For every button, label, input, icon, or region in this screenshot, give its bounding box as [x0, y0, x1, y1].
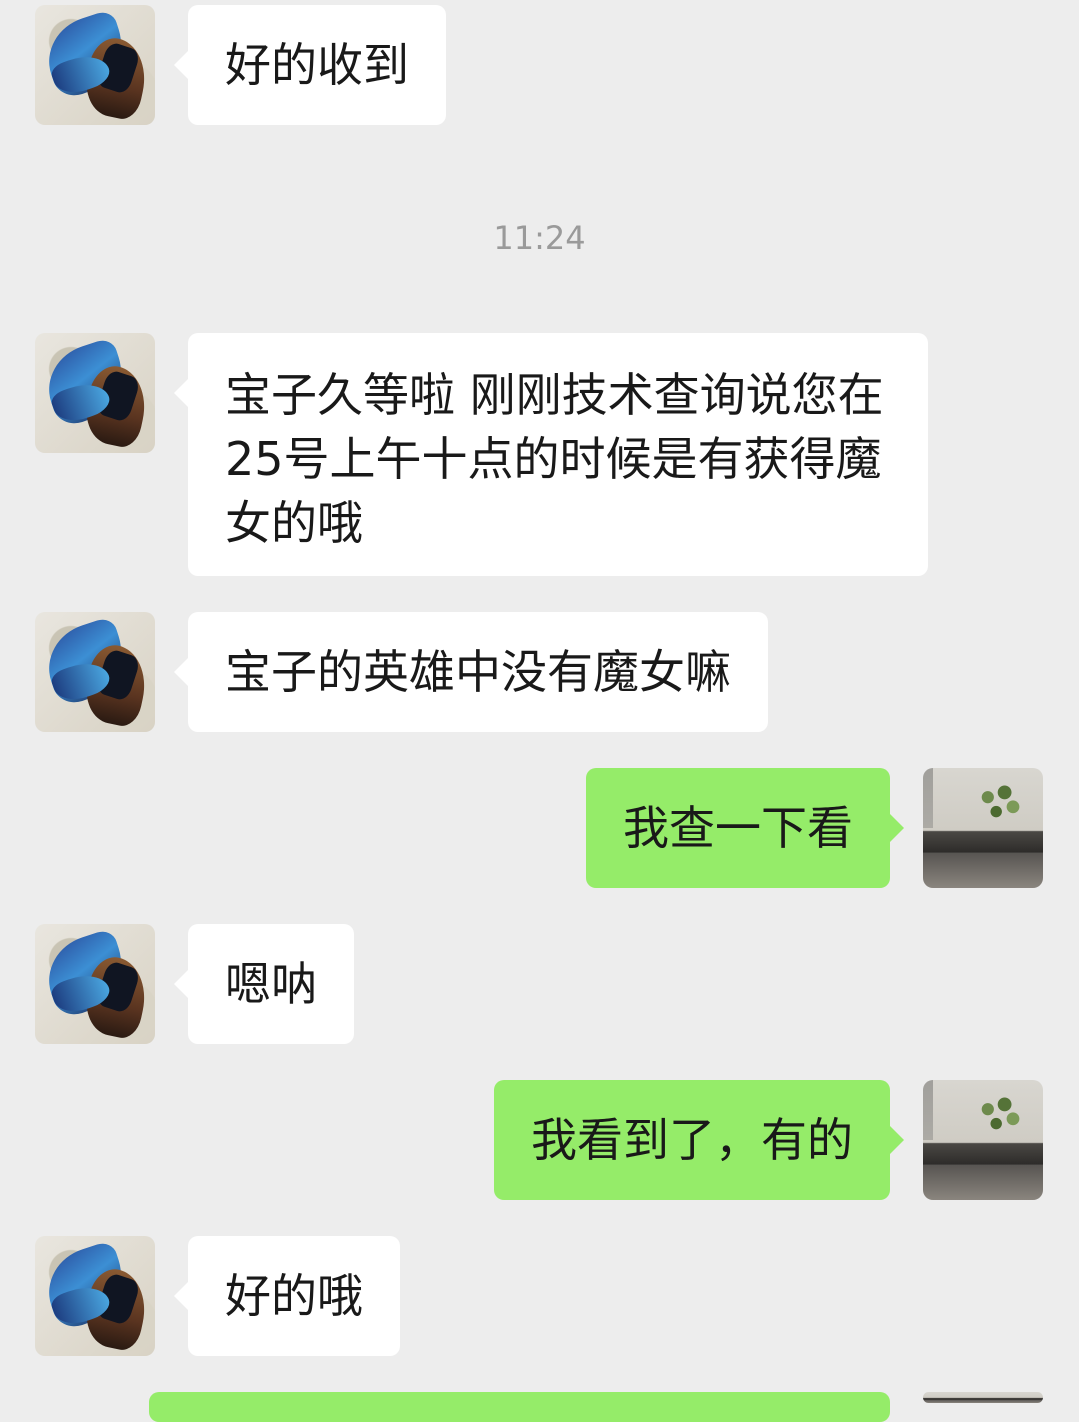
message-bubble-incoming[interactable]: 宝子的英雄中没有魔女嘛: [174, 612, 768, 732]
message-bubble-incoming[interactable]: 好的收到: [174, 5, 446, 125]
message-text: 嗯呐: [225, 957, 317, 1011]
message-text: 我看到了，有的: [531, 1113, 853, 1167]
message-bubble-outgoing-partial[interactable]: [149, 1392, 890, 1422]
message-bubble-incoming[interactable]: 好的哦: [174, 1236, 400, 1356]
contact-avatar-icon[interactable]: [35, 1236, 155, 1356]
message-bubble-incoming[interactable]: 嗯呐: [174, 924, 354, 1044]
message-bubble-incoming[interactable]: 宝子久等啦 刚刚技术查询说您在25号上午十点的时候是有获得魔女的哦: [174, 333, 928, 576]
self-avatar-icon[interactable]: [923, 768, 1043, 888]
message-timestamp: 11:24: [493, 219, 586, 257]
self-avatar-icon[interactable]: [923, 1080, 1043, 1200]
message-text: 宝子久等啦 刚刚技术查询说您在25号上午十点的时候是有获得魔女的哦: [225, 368, 884, 550]
message-bubble-outgoing[interactable]: 我查一下看: [586, 768, 904, 888]
contact-avatar-icon[interactable]: [35, 5, 155, 125]
message-text: 好的收到: [225, 38, 409, 92]
contact-avatar-icon[interactable]: [35, 612, 155, 732]
message-text: 好的哦: [225, 1269, 363, 1323]
self-avatar-icon[interactable]: [923, 1392, 1043, 1403]
message-text: 宝子的英雄中没有魔女嘛: [225, 645, 731, 699]
message-bubble-outgoing[interactable]: 我看到了，有的: [494, 1080, 904, 1200]
contact-avatar-icon[interactable]: [35, 333, 155, 453]
message-text: 我查一下看: [623, 801, 853, 855]
contact-avatar-icon[interactable]: [35, 924, 155, 1044]
